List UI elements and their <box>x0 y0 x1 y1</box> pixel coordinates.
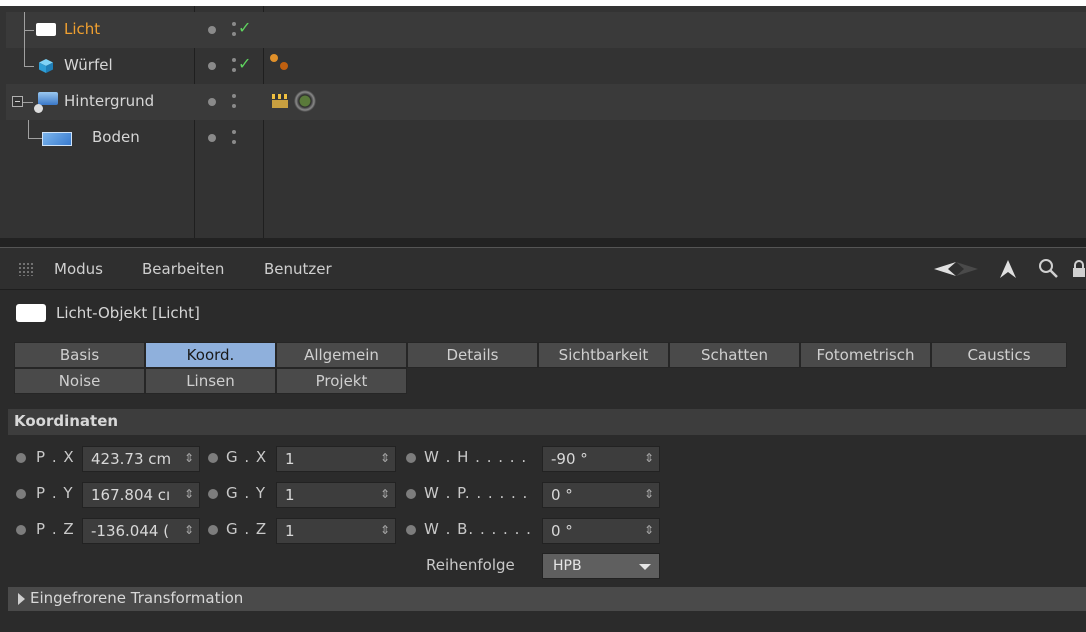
position-x-field[interactable]: 423.73 cm <box>82 446 200 472</box>
scale-y-field[interactable]: 1 <box>276 482 396 508</box>
field-label: W . B. . . . . . <box>424 520 532 538</box>
background-icon <box>38 92 58 105</box>
frozen-transformation-group[interactable]: Eingefrorene Transformation <box>8 587 1086 611</box>
field-label: G . Y <box>226 484 267 502</box>
grip-icon[interactable] <box>18 262 34 276</box>
object-row-boden[interactable]: Boden <box>6 120 1086 156</box>
panel-divider[interactable] <box>0 238 1086 248</box>
group-title: Eingefrorene Transformation <box>30 589 244 607</box>
attribute-menubar: Modus Bearbeiten Benutzer <box>0 248 1086 290</box>
rotation-order-dropdown[interactable]: HPB <box>542 553 660 579</box>
field-label: P . X <box>36 448 75 466</box>
editor-visibility-dot[interactable] <box>208 134 216 142</box>
field-label: G . X <box>226 448 268 466</box>
enabled-check-icon[interactable]: ✓ <box>238 54 251 73</box>
animate-dot[interactable] <box>208 453 218 463</box>
enabled-check-icon[interactable]: ✓ <box>238 18 251 37</box>
texture-tag-icon[interactable] <box>294 90 316 112</box>
field-label: P . Y <box>36 484 74 502</box>
editor-visibility-dot[interactable] <box>208 26 216 34</box>
rotation-b-field[interactable]: 0 ° <box>542 518 660 544</box>
expand-toggle-icon[interactable] <box>12 96 23 107</box>
object-row-wuerfel[interactable]: Würfel ✓ <box>6 48 1086 84</box>
tab-noise[interactable]: Noise <box>14 368 145 394</box>
tab-allgemein[interactable]: Allgemein <box>276 342 407 368</box>
tab-basis[interactable]: Basis <box>14 342 145 368</box>
animate-dot[interactable] <box>208 525 218 535</box>
up-arrow-icon[interactable] <box>1000 260 1016 278</box>
object-row-licht[interactable]: Licht ✓ <box>6 12 1086 48</box>
section-koordinaten[interactable]: Koordinaten <box>8 409 1086 435</box>
forward-arrow-icon[interactable] <box>956 262 978 276</box>
light-icon <box>36 23 56 36</box>
animate-dot[interactable] <box>208 489 218 499</box>
tab-schatten[interactable]: Schatten <box>669 342 800 368</box>
chevron-down-icon <box>639 564 651 570</box>
editor-visibility-dot[interactable] <box>208 98 216 106</box>
menu-modus[interactable]: Modus <box>54 260 103 278</box>
position-y-field[interactable]: 167.804 cı <box>82 482 200 508</box>
back-arrow-icon[interactable] <box>934 262 956 276</box>
tab-details[interactable]: Details <box>407 342 538 368</box>
cube-icon <box>39 59 53 73</box>
animate-dot[interactable] <box>16 489 26 499</box>
search-icon[interactable] <box>1038 258 1058 278</box>
order-label: Reihenfolge <box>426 556 515 574</box>
tab-caustics[interactable]: Caustics <box>931 342 1067 368</box>
scale-z-field[interactable]: 1 <box>276 518 396 544</box>
light-object-icon <box>16 304 46 322</box>
spin-icon[interactable]: ⇕ <box>380 523 390 537</box>
object-row-hintergrund[interactable]: Hintergrund <box>6 84 1086 120</box>
tab-koord[interactable]: Koord. <box>145 342 276 368</box>
spin-icon[interactable]: ⇕ <box>380 487 390 501</box>
floor-icon <box>42 132 72 146</box>
field-label: W . H . . . . . <box>424 448 528 466</box>
spin-icon[interactable]: ⇕ <box>184 451 194 465</box>
spin-icon[interactable]: ⇕ <box>644 523 654 537</box>
animate-dot[interactable] <box>16 453 26 463</box>
object-manager: Licht ✓ Würfel ✓ Hintergrund Boden <box>0 0 1086 243</box>
object-title: Licht-Objekt [Licht] <box>56 304 200 322</box>
menu-benutzer[interactable]: Benutzer <box>264 260 332 278</box>
field-label: W . P. . . . . . <box>424 484 529 502</box>
rotation-h-field[interactable]: -90 ° <box>542 446 660 472</box>
lock-icon[interactable] <box>1072 260 1086 278</box>
clapper-tag-icon[interactable] <box>272 94 288 108</box>
material-tag-icon[interactable] <box>270 54 278 62</box>
field-label: G . Z <box>226 520 268 538</box>
animate-dot[interactable] <box>406 453 416 463</box>
animate-dot[interactable] <box>406 525 416 535</box>
object-name: Boden <box>92 128 140 146</box>
expand-arrow-icon[interactable] <box>18 593 25 605</box>
section-title: Koordinaten <box>14 412 119 430</box>
tab-sichtbarkeit[interactable]: Sichtbarkeit <box>538 342 669 368</box>
dropdown-value: HPB <box>553 558 582 574</box>
tab-projekt[interactable]: Projekt <box>276 368 407 394</box>
animate-dot[interactable] <box>16 525 26 535</box>
menu-bearbeiten[interactable]: Bearbeiten <box>142 260 224 278</box>
scale-x-field[interactable]: 1 <box>276 446 396 472</box>
object-name: Licht <box>64 20 101 38</box>
tab-linsen[interactable]: Linsen <box>145 368 276 394</box>
spin-icon[interactable]: ⇕ <box>184 523 194 537</box>
rotation-p-field[interactable]: 0 ° <box>542 482 660 508</box>
spin-icon[interactable]: ⇕ <box>644 451 654 465</box>
position-z-field[interactable]: -136.044 ( <box>82 518 200 544</box>
spin-icon[interactable]: ⇕ <box>380 451 390 465</box>
object-header: Licht-Objekt [Licht] <box>0 290 1086 336</box>
spin-icon[interactable]: ⇕ <box>644 487 654 501</box>
object-name: Hintergrund <box>64 92 155 110</box>
editor-visibility-dot[interactable] <box>208 62 216 70</box>
spin-icon[interactable]: ⇕ <box>184 487 194 501</box>
field-label: P . Z <box>36 520 75 538</box>
object-name: Würfel <box>64 56 113 74</box>
tab-fotometrisch[interactable]: Fotometrisch <box>800 342 931 368</box>
animate-dot[interactable] <box>406 489 416 499</box>
